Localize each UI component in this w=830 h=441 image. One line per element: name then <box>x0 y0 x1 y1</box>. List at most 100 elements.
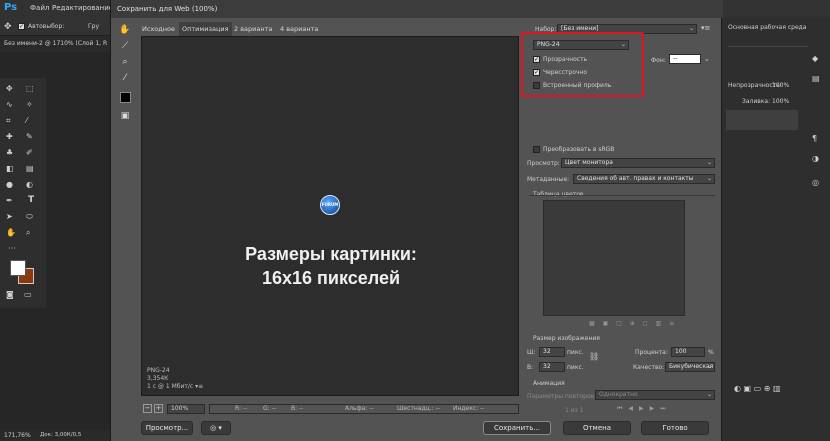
autoselect-checkbox[interactable]: ✓ <box>18 23 25 30</box>
r-value: R: -- <box>235 405 248 412</box>
height-input[interactable]: 32 <box>539 362 565 372</box>
lasso-icon[interactable]: ∿ <box>6 100 13 109</box>
stamp-icon[interactable]: ♣ <box>6 148 13 157</box>
loop-select[interactable]: Однократно ⌄ <box>595 390 715 400</box>
pen-icon[interactable]: ✒ <box>6 196 13 205</box>
hand-icon[interactable]: ✋ <box>6 228 16 237</box>
healing-icon[interactable]: ✚ <box>6 132 13 141</box>
transparency-label: Прозрачность <box>543 56 588 63</box>
zoom-icon[interactable]: ⌕ <box>119 56 131 68</box>
tab-4-up[interactable]: 4 варианта <box>277 22 321 36</box>
brush-icon[interactable]: ✎ <box>26 132 33 141</box>
quick-mask-icon[interactable]: ◙ <box>6 290 14 299</box>
convert-srgb-checkbox[interactable] <box>533 146 540 153</box>
eyedropper-icon[interactable]: ⁄ <box>119 72 131 84</box>
device-central-button[interactable]: ◎ ▾ <box>201 421 231 435</box>
height-unit: пикс. <box>567 364 584 371</box>
eyedropper-color-swatch[interactable] <box>120 92 131 103</box>
interlaced-label: Чересстрочно <box>543 69 588 76</box>
tab-original[interactable]: Исходное <box>139 22 178 36</box>
toggle-slices-icon[interactable]: ▣ <box>119 110 131 122</box>
menu-edit[interactable]: Редактирование <box>52 4 113 12</box>
zoom-out-button[interactable]: − <box>143 404 152 413</box>
interlaced-checkbox[interactable]: ✓ <box>533 69 540 76</box>
width-unit: пикс. <box>567 349 584 356</box>
caption-line-2: 16х16 пикселей <box>261 268 401 288</box>
chevron-down-icon[interactable]: ⌄ <box>704 55 710 63</box>
preset-value: [Без имени] <box>561 25 599 32</box>
color-table-action-icons[interactable]: ▦ ▣ ▢ ⊕ ◻ ▥ ≡ <box>589 320 677 327</box>
move-icon[interactable]: ✥ <box>6 84 13 93</box>
document-tab[interactable]: Без имени-2 @ 1710% (Слой 1, R <box>4 40 110 47</box>
percent-label: Процента: <box>635 349 668 356</box>
zoom-in-button[interactable]: + <box>154 404 163 413</box>
speed-menu-icon[interactable]: ▾≡ <box>195 383 203 390</box>
tab-2-up[interactable]: 2 варианта <box>231 22 275 36</box>
more-tools-icon[interactable]: ··· <box>8 244 16 253</box>
percent-sign: % <box>708 349 714 356</box>
fill-value[interactable]: 100% <box>772 98 789 105</box>
type-icon[interactable]: T <box>28 195 34 205</box>
panel-icon[interactable]: ◑ <box>812 154 819 163</box>
gradient-icon[interactable]: ▤ <box>26 164 34 173</box>
group-select[interactable]: Гру <box>88 23 99 30</box>
chevron-down-icon: ⌄ <box>706 159 712 166</box>
doc-status: Док: 3,00К/0,5 <box>40 432 82 438</box>
history-brush-icon[interactable]: ✐ <box>26 148 33 157</box>
matte-swatch[interactable]: -- <box>669 54 701 64</box>
document-tab-bar: Без имени-2 @ 1710% (Слой 1, R <box>0 36 110 52</box>
width-input[interactable]: 32 <box>539 347 565 357</box>
color-table[interactable] <box>543 200 685 316</box>
blur-icon[interactable]: ● <box>6 180 13 189</box>
photoshop-logo: Ps <box>4 2 18 13</box>
dodge-icon[interactable]: ◐ <box>26 180 33 189</box>
preview-mode-select[interactable]: Цвет монитора ⌄ <box>561 158 715 168</box>
autoselect-label: Автовыбор: <box>28 23 65 30</box>
preview-mode-label: Просмотр: <box>527 160 560 167</box>
matte-label: Фон: <box>651 57 666 64</box>
path-select-icon[interactable]: ➤ <box>6 212 13 221</box>
layer-action-icons[interactable]: ◐ ▣ ▭ ⊕ ▥ <box>734 384 781 393</box>
preview-button[interactable]: Просмотр... <box>141 421 193 435</box>
move-tool-icon[interactable]: ✥ <box>4 22 12 32</box>
zoom-level-select[interactable]: 100% <box>167 404 205 414</box>
cancel-button[interactable]: Отмена <box>563 421 631 435</box>
hand-icon[interactable]: ✋ <box>119 24 131 36</box>
screen-mode-icon[interactable]: ▭ <box>24 290 32 299</box>
magic-wand-icon[interactable]: ✧ <box>26 100 33 109</box>
loop-label: Параметры повторов: <box>527 393 597 400</box>
menu-file[interactable]: Файл <box>30 4 49 12</box>
metadata-select[interactable]: Сведения об авт. правах и контакты ⌄ <box>573 174 715 184</box>
quality-select[interactable]: Бикубическая ⌄ <box>665 362 715 372</box>
marquee-icon[interactable]: ⬚ <box>26 84 34 93</box>
preview-area[interactable]: FORUM Размеры картинки: 16х16 пикселей P… <box>141 36 519 396</box>
eyedropper-icon[interactable]: ⁄ <box>26 116 27 125</box>
crop-icon[interactable]: ⌗ <box>6 116 11 126</box>
save-button[interactable]: Сохранить... <box>483 421 551 435</box>
convert-srgb-label: Преобразовать в sRGB <box>543 146 615 153</box>
panel-icon[interactable]: ◎ <box>812 178 819 187</box>
dialog-title: Сохранить для Web (100%) <box>117 5 218 13</box>
foreground-color-swatch[interactable] <box>10 260 26 276</box>
format-select[interactable]: PNG-24 ⌄ <box>533 40 629 50</box>
panel-icon[interactable]: ¶ <box>812 134 817 143</box>
panel-icon[interactable]: ◆ <box>812 54 818 63</box>
shape-icon[interactable]: ⬭ <box>26 212 33 222</box>
zoom-icon[interactable]: ⌕ <box>26 228 30 238</box>
tab-optimized[interactable]: Оптимизация <box>179 22 232 36</box>
animation-controls[interactable]: ⏮◀▶▶⏭ <box>617 405 672 413</box>
layer-row[interactable] <box>726 110 798 130</box>
workspace-label[interactable]: Основная рабочая среда <box>728 24 807 31</box>
eraser-icon[interactable]: ◧ <box>6 164 14 173</box>
panel-icon[interactable]: ▤ <box>812 74 820 83</box>
percent-input[interactable]: 100 <box>671 347 705 357</box>
link-icon[interactable]: ⛓ <box>589 352 599 361</box>
optimize-menu-icon[interactable]: ▾≡ <box>701 24 710 32</box>
chevron-down-icon: ⌄ <box>706 391 712 398</box>
transparency-checkbox[interactable]: ✓ <box>533 56 540 63</box>
embedded-profile-checkbox[interactable] <box>533 82 540 89</box>
slice-select-icon[interactable]: ⟋ <box>119 40 131 52</box>
done-button[interactable]: Готово <box>641 421 709 435</box>
opacity-value[interactable]: 100% <box>772 82 789 89</box>
alpha-value: Альфа: -- <box>345 405 374 412</box>
